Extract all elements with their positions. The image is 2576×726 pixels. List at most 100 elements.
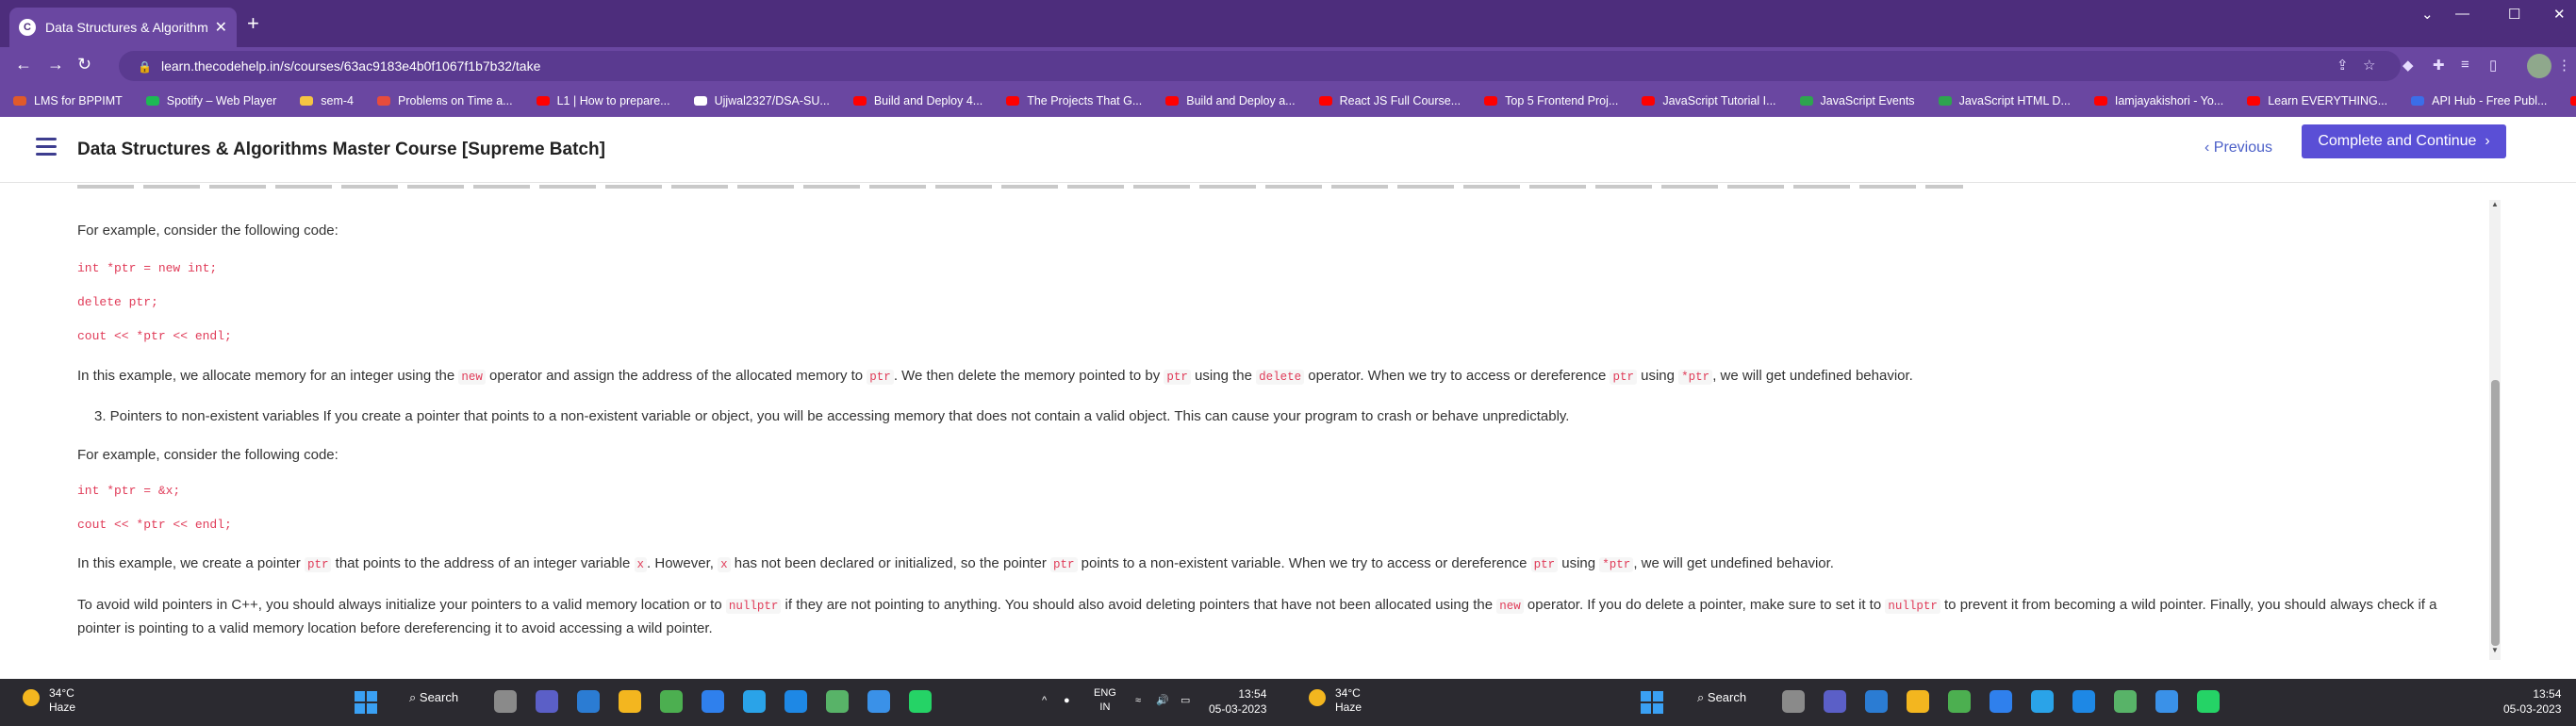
bookmark-label: sem-4 xyxy=(321,94,355,107)
bookmark-favicon-icon xyxy=(2411,96,2425,106)
bookmark-item[interactable]: JavaScript Tutorial I... xyxy=(1642,94,1776,107)
taskbar-app-icon[interactable] xyxy=(536,690,558,713)
taskbar-app-icon[interactable] xyxy=(2114,690,2137,713)
start-windows-icon[interactable] xyxy=(355,691,377,714)
code-line: delete ptr; xyxy=(77,295,158,309)
back-icon[interactable]: ← xyxy=(15,55,32,74)
menu-kebab-icon[interactable]: ⋮ xyxy=(2557,57,2571,74)
taskbar-app-icon[interactable] xyxy=(743,690,766,713)
scroll-down-arrow-icon[interactable]: ▼ xyxy=(2491,646,2499,654)
bookmark-favicon-icon xyxy=(1799,96,1813,106)
bookmark-label: Spotify – Web Player xyxy=(166,94,277,107)
taskbar-app-icon[interactable] xyxy=(826,690,849,713)
extensions-puzzle-icon[interactable]: ✚ xyxy=(2433,57,2445,74)
volume-icon[interactable]: 🔊 xyxy=(1156,694,1169,708)
taskbar-app-icon[interactable] xyxy=(1948,690,1971,713)
clipped-text-line xyxy=(77,184,1963,190)
tray-app-icon[interactable]: ● xyxy=(1064,694,1070,708)
bookmark-item[interactable]: Build and Deploy 4... xyxy=(852,94,983,107)
maximize-icon[interactable]: ☐ xyxy=(2508,6,2520,23)
wifi-icon[interactable]: ≈ xyxy=(1135,694,1141,708)
bookmark-label: Build and Deploy 4... xyxy=(873,94,983,107)
start-windows-icon-2[interactable] xyxy=(1641,691,1663,714)
bookmark-item[interactable]: Spotify – Web Player xyxy=(145,94,277,107)
tray-overflow-chevron-icon[interactable]: ^ xyxy=(1042,694,1047,708)
browser-toolbar: ← → ↻ 🔒 learn.thecodehelp.in/s/courses/63… xyxy=(0,47,2576,85)
weather-widget[interactable]: 34°C Haze xyxy=(23,686,76,715)
weather-widget-2[interactable]: 34°C Haze xyxy=(1309,686,1362,715)
bookmark-item[interactable]: Problems on Time a... xyxy=(377,94,513,107)
taskbar-app-icon[interactable] xyxy=(1907,690,1929,713)
bookmark-item[interactable]: The Projects That G... xyxy=(1006,94,1142,107)
language-indicator[interactable]: ENG IN xyxy=(1094,686,1116,715)
forward-icon[interactable]: → xyxy=(47,55,64,74)
taskbar-app-icon[interactable] xyxy=(619,690,641,713)
bookmark-label: Learn EVERYTHING... xyxy=(2268,94,2388,107)
complete-and-continue-button[interactable]: Complete and Continue › xyxy=(2302,124,2506,158)
taskbar-app-icon[interactable] xyxy=(494,690,517,713)
taskbar-search[interactable]: ⌕ Search xyxy=(409,690,458,705)
bookmark-item[interactable]: Learn JavaScript by... xyxy=(2570,94,2576,107)
scrollbar-thumb[interactable] xyxy=(2491,380,2500,646)
taskbar-app-icon[interactable] xyxy=(1865,690,1888,713)
weather-condition: Haze xyxy=(49,701,76,714)
new-tab-icon[interactable]: + xyxy=(247,13,259,34)
profile-avatar[interactable] xyxy=(2527,54,2551,78)
previous-button[interactable]: ‹ Previous xyxy=(2204,140,2272,157)
bookmark-favicon-icon xyxy=(145,96,159,106)
taskbar-app-icon[interactable] xyxy=(2072,690,2095,713)
chevron-left-icon: ‹ xyxy=(2204,140,2210,156)
battery-icon[interactable]: ▭ xyxy=(1181,694,1190,708)
list-item-3: 3. Pointers to non-existent variables If… xyxy=(94,408,1570,424)
taskbar-app-icon[interactable] xyxy=(867,690,890,713)
browser-tab-active[interactable]: C Data Structures & Algorithms Ma ✕ xyxy=(9,8,237,47)
taskbar-search-2[interactable]: ⌕ Search xyxy=(1697,690,1746,705)
minimize-icon[interactable]: — xyxy=(2455,6,2469,22)
bookmark-item[interactable]: Ujjwal2327/DSA-SU... xyxy=(693,94,830,107)
bookmark-item[interactable]: Iamjayakishori - Yo... xyxy=(2093,94,2223,107)
side-panel-icon[interactable]: ▯ xyxy=(2489,57,2497,74)
bookmark-item[interactable]: LMS for BPPIMT xyxy=(13,94,123,107)
taskbar-app-icon[interactable] xyxy=(2197,690,2220,713)
code-line: cout << *ptr << endl; xyxy=(77,518,232,532)
windows-taskbar: 34°C Haze ⌕ Search ^ ● ENG IN ≈ 🔊 ▭ 13:54… xyxy=(0,679,2576,726)
taskbar-app-icon[interactable] xyxy=(660,690,683,713)
bookmark-item[interactable]: Top 5 Frontend Proj... xyxy=(1484,94,1618,107)
taskbar-app-icon[interactable] xyxy=(577,690,600,713)
taskbar-app-icon[interactable] xyxy=(2155,690,2178,713)
bookmark-item[interactable]: Build and Deploy a... xyxy=(1165,94,1296,107)
code-line: cout << *ptr << endl; xyxy=(77,329,232,343)
bookmark-item[interactable]: JavaScript Events xyxy=(1799,94,1915,107)
bookmark-item[interactable]: Learn EVERYTHING... xyxy=(2247,94,2387,107)
bookmark-star-icon[interactable]: ☆ xyxy=(2363,57,2375,74)
taskbar-app-icon[interactable] xyxy=(909,690,932,713)
tab-search-icon[interactable]: ⌄ xyxy=(2421,6,2434,23)
bookmark-favicon-icon xyxy=(1165,96,1180,106)
bookmark-item[interactable]: JavaScript HTML D... xyxy=(1938,94,2071,107)
reload-icon[interactable]: ↻ xyxy=(77,55,91,74)
taskbar-app-icon[interactable] xyxy=(784,690,807,713)
scroll-up-arrow-icon[interactable]: ▲ xyxy=(2491,200,2499,208)
bookmark-item[interactable]: sem-4 xyxy=(300,94,354,107)
tab-close-icon[interactable]: ✕ xyxy=(215,18,227,37)
chevron-right-icon: › xyxy=(2485,133,2490,149)
taskbar-app-icon[interactable] xyxy=(1824,690,1846,713)
extension-icon[interactable]: ◆ xyxy=(2403,57,2414,74)
paragraph-explanation-2: In this example, we create a pointer ptr… xyxy=(77,555,1834,572)
system-clock[interactable]: 13:54 05-03-2023 xyxy=(1209,686,1266,717)
taskbar-app-icon[interactable] xyxy=(1782,690,1805,713)
hamburger-menu-icon[interactable] xyxy=(36,138,57,160)
address-bar[interactable]: 🔒 learn.thecodehelp.in/s/courses/63ac9183… xyxy=(119,51,2401,81)
taskbar-app-icon[interactable] xyxy=(702,690,724,713)
reading-list-icon[interactable]: ≡ xyxy=(2461,57,2469,73)
complete-label: Complete and Continue xyxy=(2318,133,2477,149)
bookmark-item[interactable]: API Hub - Free Publ... xyxy=(2411,94,2547,107)
bookmark-item[interactable]: L1 | How to prepare... xyxy=(536,94,670,107)
share-icon[interactable]: ⇪ xyxy=(2337,57,2349,74)
bookmark-label: React JS Full Course... xyxy=(1339,94,1461,107)
close-window-icon[interactable]: ✕ xyxy=(2553,6,2566,23)
taskbar-app-icon[interactable] xyxy=(2031,690,2054,713)
system-clock-2[interactable]: 13:54 05-03-2023 xyxy=(2503,686,2561,717)
bookmark-item[interactable]: React JS Full Course... xyxy=(1318,94,1461,107)
taskbar-app-icon[interactable] xyxy=(1990,690,2012,713)
